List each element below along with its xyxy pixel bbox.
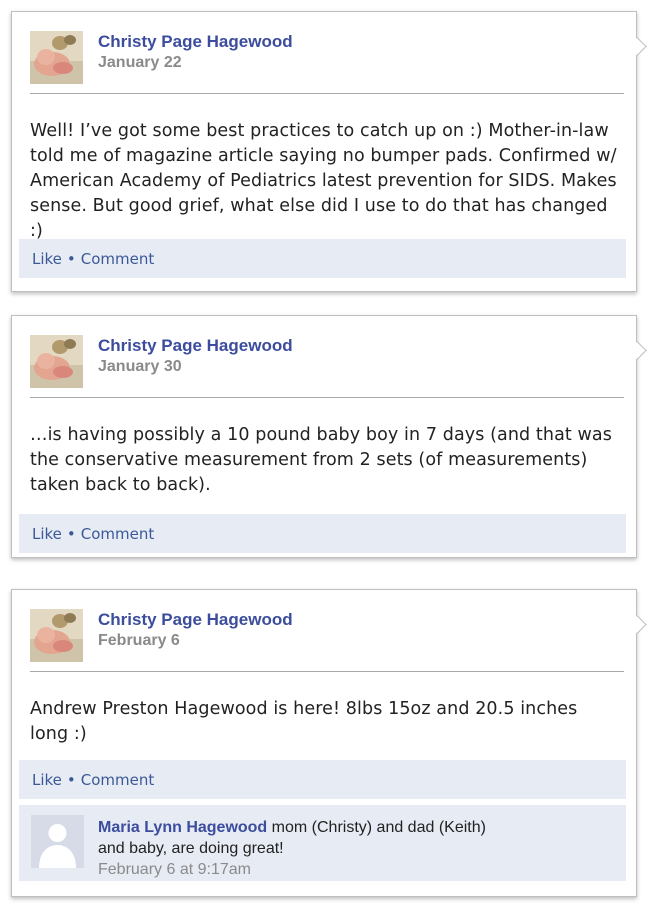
comment-text-line1: mom (Christy) and dad (Keith) xyxy=(271,819,486,836)
action-bar: Like • Comment xyxy=(19,760,626,799)
post-pointer xyxy=(628,341,647,360)
action-bar: Like • Comment xyxy=(19,514,626,553)
post-date: January 30 xyxy=(98,358,182,375)
like-link[interactable]: Like xyxy=(32,250,62,268)
post-date: February 6 xyxy=(98,632,180,649)
default-user-silhouette-icon[interactable] xyxy=(31,815,84,868)
like-link[interactable]: Like xyxy=(32,525,62,543)
comment-link[interactable]: Comment xyxy=(81,525,155,543)
post-card: Christy Page Hagewood February 6 Andrew … xyxy=(11,589,647,897)
post-card: Christy Page Hagewood January 22 Well! I… xyxy=(11,11,647,292)
divider xyxy=(30,671,624,672)
author-avatar[interactable] xyxy=(30,31,83,84)
post-pointer xyxy=(628,37,647,56)
comment-author[interactable]: Maria Lynn Hagewood xyxy=(98,819,267,836)
author-avatar[interactable] xyxy=(30,335,83,388)
comment-item: Maria Lynn Hagewood mom (Christy) and da… xyxy=(19,805,626,881)
divider xyxy=(30,397,624,398)
comment-link[interactable]: Comment xyxy=(81,250,155,268)
action-bar: Like • Comment xyxy=(19,239,626,278)
author-avatar[interactable] xyxy=(30,609,83,662)
post-card: Christy Page Hagewood January 30 …is hav… xyxy=(11,315,647,558)
comment-body: Maria Lynn Hagewood mom (Christy) and da… xyxy=(98,817,538,880)
post-text: …is having possibly a 10 pound baby boy … xyxy=(30,425,612,495)
author-name[interactable]: Christy Page Hagewood xyxy=(98,336,293,356)
comment-link[interactable]: Comment xyxy=(81,771,155,789)
author-name[interactable]: Christy Page Hagewood xyxy=(98,32,293,52)
post-pointer xyxy=(628,615,647,634)
comment-text-line2: and baby, are doing great! xyxy=(98,840,284,857)
author-name[interactable]: Christy Page Hagewood xyxy=(98,610,293,630)
post-text: Andrew Preston Hagewood is here! 8lbs 15… xyxy=(30,699,578,744)
separator: • xyxy=(66,771,76,789)
separator: • xyxy=(66,525,76,543)
post-text: Well! I’ve got some best practices to ca… xyxy=(30,121,617,241)
divider xyxy=(30,93,624,94)
like-link[interactable]: Like xyxy=(32,771,62,789)
separator: • xyxy=(66,250,76,268)
post-date: January 22 xyxy=(98,54,182,71)
comment-timestamp: February 6 at 9:17am xyxy=(98,861,251,878)
